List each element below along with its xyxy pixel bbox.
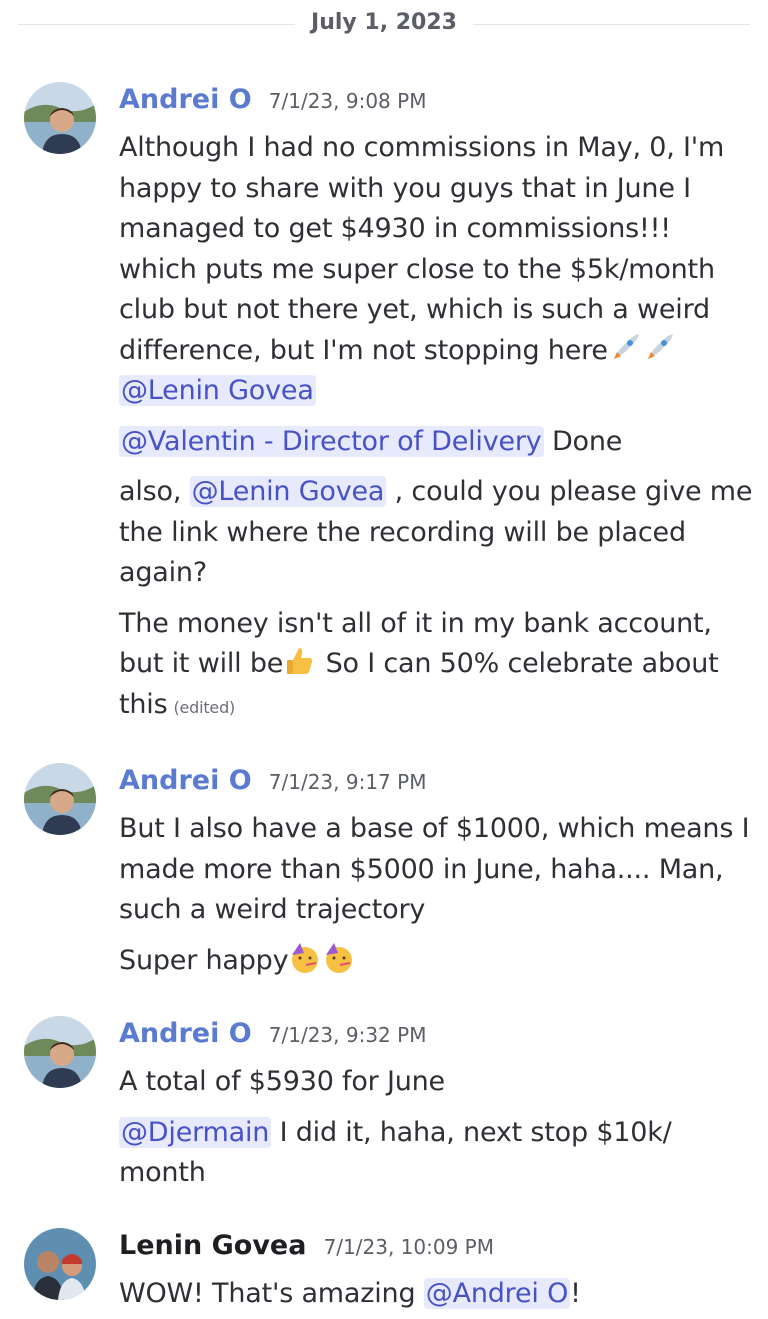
avatar[interactable] <box>24 763 96 835</box>
user-mention[interactable]: @Andrei O <box>423 1278 571 1309</box>
timestamp: 7/1/23, 9:08 PM <box>268 89 427 113</box>
edited-label: (edited) <box>173 697 236 717</box>
avatar[interactable] <box>24 1228 96 1300</box>
message-header: Andrei O 7/1/23, 9:32 PM <box>119 1016 754 1052</box>
author-name[interactable]: Andrei O <box>119 84 252 115</box>
timestamp: 7/1/23, 9:32 PM <box>268 1023 427 1047</box>
message-text: But I also have a base of $1000, which m… <box>119 813 750 925</box>
user-mention[interactable]: @Lenin Govea <box>189 476 387 507</box>
message-text: @Valentin - Director of Delivery Done <box>119 425 623 457</box>
user-mention[interactable]: @Djermain <box>119 1116 272 1148</box>
thumbs-up-emoji <box>287 648 313 674</box>
message-text: @Djermain I did it, haha, next stop $10k… <box>119 1116 672 1188</box>
message-text: Super happy <box>119 941 754 982</box>
partying-face-emoji <box>292 942 319 973</box>
user-mention[interactable]: @Valentin - Director of Delivery <box>119 425 544 457</box>
message-header: Lenin Govea 7/1/23, 10:09 PM <box>119 1228 754 1264</box>
message-text: WOW! That's amazing @Andrei O! <box>119 1278 581 1309</box>
author-name[interactable]: Lenin Govea <box>119 1230 306 1261</box>
author-name[interactable]: Andrei O <box>119 1018 252 1049</box>
message-text: also, @Lenin Govea , could you please gi… <box>119 476 753 588</box>
message-text: Although I had no commissions in May, 0,… <box>119 132 725 406</box>
rocket-emoji <box>613 333 639 359</box>
message-header: Andrei O 7/1/23, 9:08 PM <box>119 82 754 118</box>
message-text: The money isn't all of it in my bank acc… <box>119 607 719 720</box>
avatar[interactable] <box>24 82 96 154</box>
rocket-emoji <box>647 333 673 359</box>
partying-face-emoji <box>326 942 353 973</box>
timestamp: 7/1/23, 10:09 PM <box>323 1235 494 1259</box>
timestamp: 7/1/23, 9:17 PM <box>268 770 427 794</box>
date-divider-label: July 1, 2023 <box>295 10 473 35</box>
avatar[interactable] <box>24 1016 96 1088</box>
message-text: A total of $5930 for June <box>119 1066 445 1097</box>
message-header: Andrei O 7/1/23, 9:17 PM <box>119 763 754 799</box>
user-mention[interactable]: @Lenin Govea <box>119 375 316 406</box>
author-name[interactable]: Andrei O <box>119 765 252 796</box>
